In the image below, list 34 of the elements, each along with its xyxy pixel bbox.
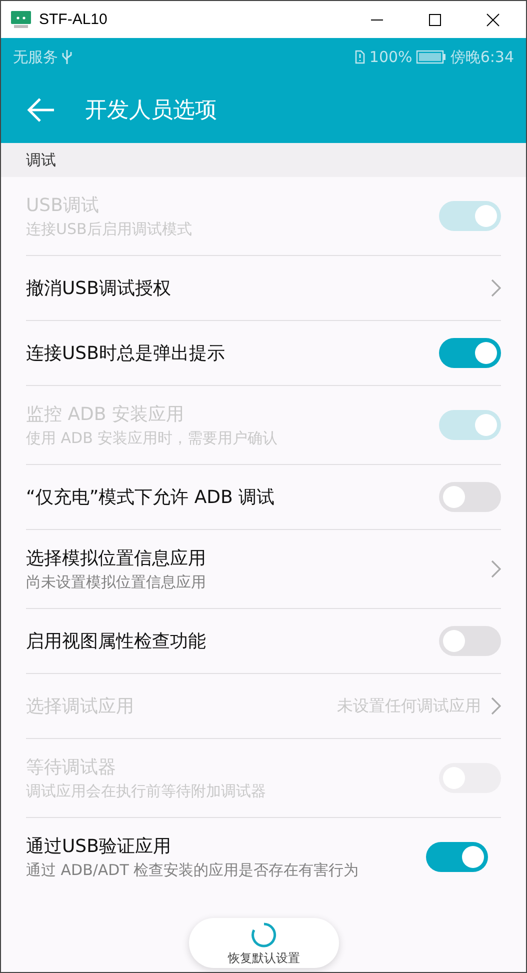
setting-title: 启用视图属性检查功能 — [26, 630, 207, 653]
toggle-switch[interactable] — [439, 482, 501, 512]
window-title: STF-AL10 — [39, 11, 108, 28]
clock-time: 傍晚6:34 — [450, 48, 514, 66]
usb-icon — [62, 49, 72, 65]
setting-title: 连接USB时总是弹出提示 — [26, 342, 226, 365]
setting-title: “仅充电”模式下允许 ADB 调试 — [26, 486, 276, 509]
reset-defaults-button[interactable]: 恢复默认设置 — [189, 918, 339, 968]
toggle-switch[interactable] — [426, 842, 488, 872]
chevron-right-icon — [491, 697, 501, 715]
chevron-right-icon — [491, 279, 501, 297]
android-app-icon — [11, 10, 31, 28]
setting-description: 通过 ADB/ADT 检查安装的应用是否存在有害行为 — [26, 861, 360, 880]
page-title: 开发人员选项 — [85, 96, 217, 124]
section-header: 调试 — [26, 150, 56, 170]
setting-title: 通过USB验证应用 — [26, 835, 172, 858]
settings-row[interactable]: 选择模拟位置信息应用 尚未设置模拟位置信息应用 — [26, 530, 501, 609]
alert-icon — [355, 50, 366, 64]
close-icon[interactable] — [486, 12, 500, 26]
back-arrow-icon[interactable] — [27, 96, 55, 122]
maximize-icon[interactable] — [428, 12, 442, 26]
toggle-switch[interactable] — [439, 626, 501, 656]
settings-row[interactable]: 撤消USB调试授权 — [26, 256, 501, 321]
carrier-text: 无服务 — [13, 48, 58, 66]
setting-title: 选择模拟位置信息应用 — [26, 547, 207, 570]
toggle-switch[interactable] — [439, 338, 501, 368]
setting-description: 尚未设置模拟位置信息应用 — [26, 573, 207, 592]
settings-row[interactable]: 连接USB时总是弹出提示 — [26, 321, 501, 386]
battery-icon — [416, 50, 446, 64]
setting-title: 撤消USB调试授权 — [26, 277, 172, 300]
settings-row[interactable]: 启用视图属性检查功能 — [26, 609, 501, 674]
settings-row[interactable]: “仅充电”模式下允许 ADB 调试 — [26, 465, 501, 530]
chevron-right-icon — [491, 560, 501, 578]
battery-percent: 100% — [369, 48, 412, 66]
